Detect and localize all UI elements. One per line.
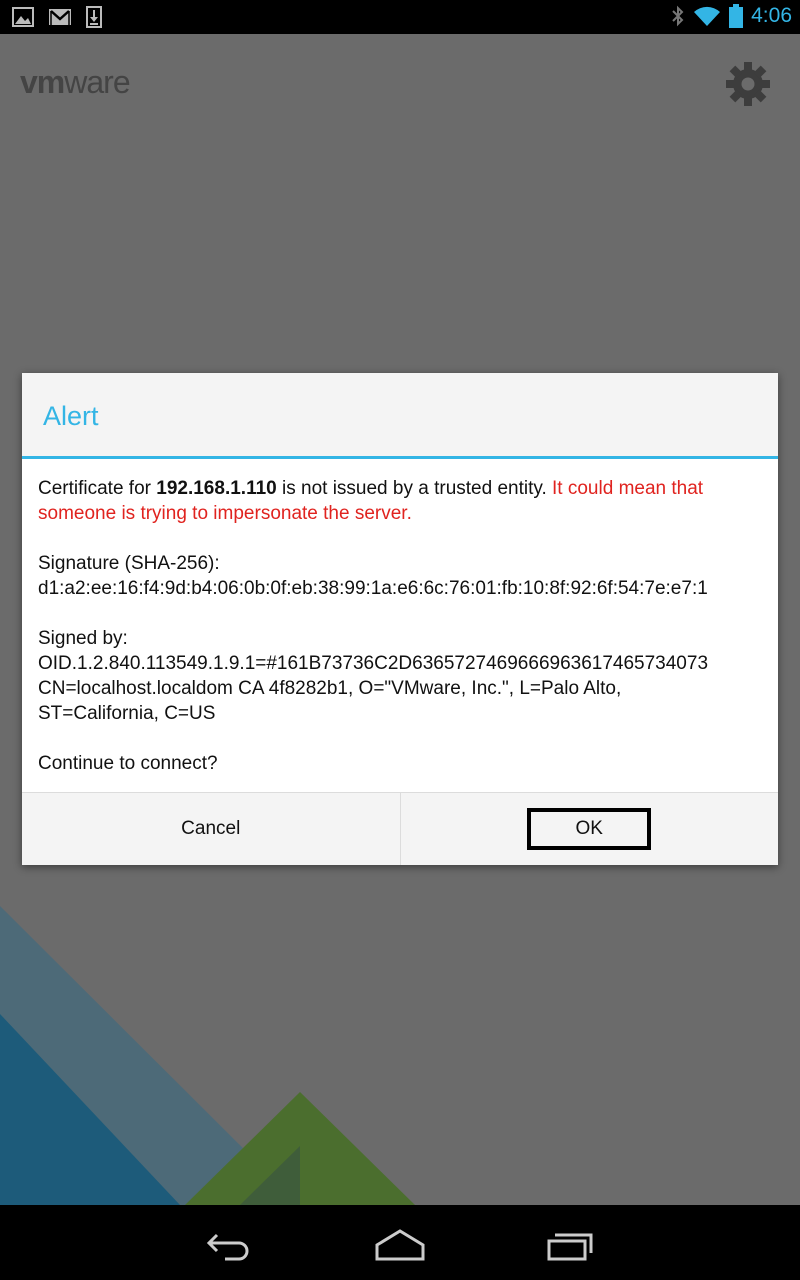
vmware-logo: vmware [20, 64, 131, 100]
home-icon[interactable] [365, 1223, 435, 1263]
certificate-warning-text: Certificate for 192.168.1.110 is not iss… [38, 478, 704, 524]
ok-button-label: OK [575, 818, 603, 839]
certificate-host: 192.168.1.110 [156, 478, 277, 499]
signature-block: Signature (SHA-256): d1:a2:ee:16:f4:9d:b4… [38, 551, 760, 601]
alert-dialog: Alert Certificate for 192.168.1.110 is n… [22, 373, 778, 865]
bluetooth-icon [672, 5, 684, 27]
dialog-title: Alert [43, 401, 99, 431]
wifi-icon [694, 6, 721, 27]
ok-button[interactable]: OK [401, 793, 779, 865]
continue-question: Continue to connect? [38, 753, 218, 774]
image-icon [12, 7, 34, 27]
signed-by-st: ST=California, C=US [38, 703, 216, 724]
signed-by-label: Signed by: [38, 628, 128, 649]
recents-icon[interactable] [537, 1223, 607, 1263]
signed-by-block: Signed by: OID.1.2.840.113549.1.9.1=#161B… [38, 626, 760, 726]
cancel-button-label: Cancel [181, 818, 241, 839]
signature-label: Signature (SHA-256): [38, 553, 220, 574]
battery-icon [729, 4, 744, 28]
cancel-button[interactable]: Cancel [22, 793, 401, 865]
system-icons: 4:06 [671, 4, 792, 28]
clock: 4:06 [751, 4, 792, 27]
dialog-message: Certificate for 192.168.1.110 is not iss… [22, 462, 776, 792]
gmail-icon [49, 9, 71, 25]
navigation-bar [0, 1205, 800, 1280]
signature-value: d1:a2:ee:16:f4:9d:b4:06:0b:0f:eb:38:99:1… [38, 578, 708, 599]
ok-focus-outline: OK [527, 808, 652, 850]
dialog-buttons: Cancel OK [22, 792, 778, 865]
notification-icons [12, 6, 102, 28]
download-icon [86, 6, 102, 28]
signed-by-cn: CN=localhost.localdom CA 4f8282b1, O="VM… [38, 678, 622, 699]
gear-icon[interactable] [724, 60, 772, 108]
dialog-header: Alert [22, 373, 778, 459]
status-bar: 4:06 [0, 0, 800, 34]
back-icon[interactable] [195, 1223, 265, 1263]
signed-by-oid: OID.1.2.840.113549.1.9.1=#161B73736C2D63… [38, 653, 709, 674]
